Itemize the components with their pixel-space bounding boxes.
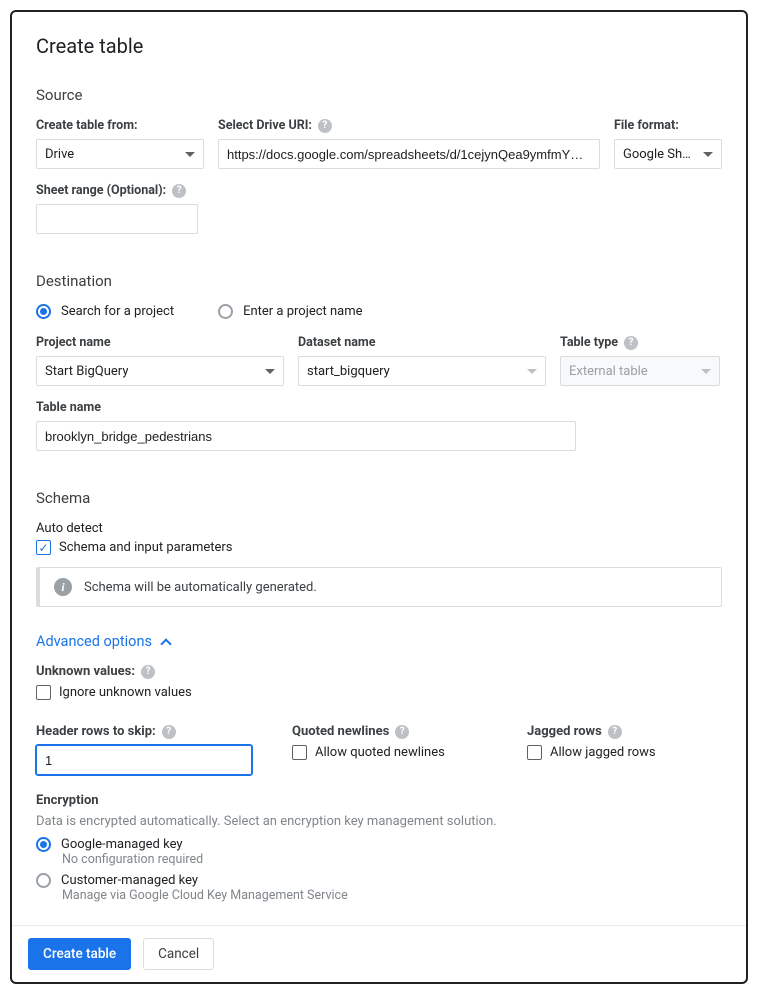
source-row-1: Create table from: Drive Select Drive UR… [36, 118, 722, 169]
sheet-range-input[interactable] [36, 204, 198, 234]
help-icon[interactable]: ? [318, 119, 332, 133]
checkbox-icon: ✓ [36, 540, 51, 555]
source-row-2: Sheet range (Optional): ? [36, 183, 722, 234]
help-icon[interactable]: ? [608, 725, 622, 739]
create-from-field: Create table from: Drive [36, 118, 204, 169]
help-icon[interactable]: ? [172, 184, 186, 198]
schema-section: Schema Auto detect ✓ Schema and input pa… [36, 489, 722, 607]
dialog-content: Create table Source Create table from: D… [12, 12, 746, 925]
dataset-name-label: Dataset name [298, 335, 546, 350]
help-icon[interactable]: ? [395, 725, 409, 739]
table-type-field: Table type ? External table [560, 335, 720, 386]
project-name-field: Project name Start BigQuery [36, 335, 284, 386]
encryption-label: Encryption [36, 793, 722, 808]
google-key-sub: No configuration required [62, 852, 722, 867]
checkbox-icon [36, 685, 51, 700]
file-format-label: File format: [614, 118, 722, 133]
quoted-newlines-label: Quoted newlines ? [292, 724, 487, 739]
cancel-button[interactable]: Cancel [143, 938, 214, 970]
caret-down-icon [527, 369, 537, 374]
sheet-range-label: Sheet range (Optional): ? [36, 183, 198, 198]
dialog-title: Create table [36, 34, 722, 58]
auto-detect-label: Auto detect [36, 521, 722, 536]
drive-uri-label: Select Drive URI: ? [218, 118, 600, 133]
radio-icon [36, 837, 51, 852]
create-table-button[interactable]: Create table [28, 938, 131, 970]
file-format-select[interactable]: Google Sh… [614, 139, 722, 169]
create-table-dialog: Create table Source Create table from: D… [10, 10, 748, 984]
create-from-select[interactable]: Drive [36, 139, 204, 169]
advanced-section: Advanced options Unknown values: ? Ignor… [36, 633, 722, 903]
header-rows-field: Header rows to skip: ? [36, 714, 252, 775]
customer-key-radio[interactable]: Customer-managed key [36, 873, 722, 888]
sheet-range-field: Sheet range (Optional): ? [36, 183, 198, 234]
header-rows-input[interactable] [36, 745, 252, 775]
destination-row-1: Project name Start BigQuery Dataset name… [36, 335, 722, 386]
schema-heading: Schema [36, 489, 722, 507]
checkbox-icon [527, 745, 542, 760]
chevron-up-icon [160, 638, 171, 649]
table-type-label: Table type ? [560, 335, 720, 350]
radio-icon [36, 873, 51, 888]
advanced-options-toggle[interactable]: Advanced options [36, 633, 722, 650]
unknown-values-label: Unknown values: ? [36, 664, 722, 679]
radio-icon [36, 304, 51, 319]
encryption-desc: Data is encrypted automatically. Select … [36, 814, 722, 829]
source-heading: Source [36, 86, 722, 104]
drive-uri-field: Select Drive URI: ? [218, 118, 600, 169]
table-name-label: Table name [36, 400, 576, 415]
enter-project-radio[interactable]: Enter a project name [218, 304, 362, 319]
allow-jagged-checkbox[interactable]: Allow jagged rows [527, 745, 722, 760]
schema-info-banner: i Schema will be automatically generated… [36, 567, 722, 607]
destination-section: Destination Search for a project Enter a… [36, 272, 722, 451]
project-mode-radio-group: Search for a project Enter a project nam… [36, 304, 722, 319]
create-from-label: Create table from: [36, 118, 204, 133]
header-rows-label: Header rows to skip: ? [36, 724, 252, 739]
destination-heading: Destination [36, 272, 722, 290]
advanced-grid: Header rows to skip: ? Quoted newlines ?… [36, 714, 722, 775]
ignore-unknown-checkbox[interactable]: Ignore unknown values [36, 685, 722, 700]
drive-uri-input[interactable] [218, 139, 600, 169]
quoted-newlines-field: Quoted newlines ? Allow quoted newlines [292, 714, 487, 775]
caret-down-icon [185, 152, 195, 157]
project-name-select[interactable]: Start BigQuery [36, 356, 284, 386]
table-type-select: External table [560, 356, 720, 386]
table-name-field: Table name [36, 400, 576, 451]
enc-google-option: Google-managed key No configuration requ… [36, 837, 722, 867]
allow-quoted-checkbox[interactable]: Allow quoted newlines [292, 745, 487, 760]
dataset-name-field: Dataset name start_bigquery [298, 335, 546, 386]
radio-icon [218, 304, 233, 319]
checkbox-icon [292, 745, 307, 760]
info-icon: i [54, 578, 72, 596]
project-name-label: Project name [36, 335, 284, 350]
dataset-name-select[interactable]: start_bigquery [298, 356, 546, 386]
table-name-input[interactable] [36, 421, 576, 451]
caret-down-icon [701, 369, 711, 374]
jagged-rows-field: Jagged rows ? Allow jagged rows [527, 714, 722, 775]
create-from-value: Drive [45, 147, 74, 162]
google-key-radio[interactable]: Google-managed key [36, 837, 722, 852]
customer-key-sub: Manage via Google Cloud Key Management S… [62, 888, 722, 903]
caret-down-icon [265, 369, 275, 374]
source-section: Source Create table from: Drive Select D… [36, 86, 722, 234]
dialog-footer: Create table Cancel [12, 925, 746, 982]
file-format-field: File format: Google Sh… [614, 118, 722, 169]
help-icon[interactable]: ? [141, 665, 155, 679]
file-format-value: Google Sh… [623, 147, 691, 162]
auto-detect-checkbox[interactable]: ✓ Schema and input parameters [36, 540, 722, 555]
help-icon[interactable]: ? [624, 336, 638, 350]
caret-down-icon [703, 152, 713, 157]
jagged-rows-label: Jagged rows ? [527, 724, 722, 739]
enc-customer-option: Customer-managed key Manage via Google C… [36, 873, 722, 903]
help-icon[interactable]: ? [162, 725, 176, 739]
destination-row-2: Table name [36, 400, 722, 451]
search-project-radio[interactable]: Search for a project [36, 304, 174, 319]
